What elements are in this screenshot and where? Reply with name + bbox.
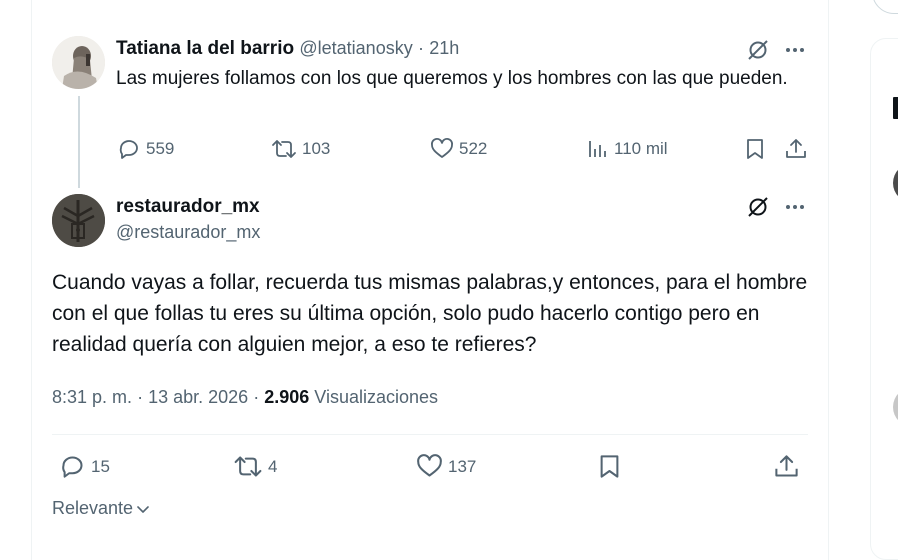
parent-more-button[interactable] (784, 40, 806, 60)
main-post-views-label: Visualizaciones (314, 387, 439, 407)
more-icon (786, 205, 804, 209)
like-icon (417, 454, 442, 477)
parent-repost-count: 103 (302, 139, 331, 158)
repost-icon (272, 140, 296, 158)
divider (52, 434, 808, 435)
main-bookmark-button[interactable] (596, 453, 623, 480)
thread-connector (78, 96, 80, 188)
parent-display-name[interactable]: Tatiana la del barrio (116, 38, 294, 59)
main-more-button[interactable] (784, 197, 806, 217)
right-sidebar (870, 0, 898, 560)
reply-sort-dropdown[interactable]: Relevante (52, 498, 151, 519)
share-icon (775, 455, 798, 477)
main-post-views-count: 2.906 (264, 387, 310, 407)
parent-time[interactable]: 21h (429, 38, 459, 58)
sidebar-avatar[interactable] (893, 163, 898, 203)
main-repost-count: 4 (268, 456, 278, 476)
parent-separator: · (417, 38, 424, 58)
bookmark-icon (747, 139, 763, 159)
views-icon (589, 141, 606, 157)
parent-share-button[interactable] (784, 137, 808, 161)
main-post-text: Cuando vayas a follar, recuerda tus mism… (52, 271, 808, 356)
parent-handle[interactable]: @letatianosky (299, 38, 412, 58)
main-display-name[interactable]: restaurador_mx (116, 196, 260, 218)
main-reply-button[interactable]: 15 (59, 453, 110, 480)
parent-post-text: Las mujeres follamos con los que queremo… (116, 68, 788, 89)
main-post-meta: 8:31 p. m. · 13 abr. 2026 · 2.906 Visual… (52, 387, 438, 408)
main-post-time[interactable]: 8:31 p. m. (52, 387, 132, 407)
share-icon (786, 139, 806, 158)
sidebar-search-pill[interactable] (872, 0, 898, 14)
grok-icon (748, 40, 768, 60)
reply-icon (62, 456, 83, 478)
parent-reply-count: 559 (146, 139, 175, 158)
main-like-button[interactable]: 137 (416, 453, 476, 480)
parent-repost-button[interactable]: 103 (271, 137, 330, 161)
main-post-date[interactable]: 13 abr. 2026 (148, 387, 248, 407)
main-handle[interactable]: @restaurador_mx (116, 222, 260, 243)
reply-sort-label: Relevante (52, 498, 134, 518)
sidebar-heading-fragment (893, 97, 898, 119)
main-reply-count: 15 (91, 456, 110, 476)
parent-grok-button[interactable] (746, 38, 770, 62)
reply-icon (119, 140, 138, 159)
meta-separator: · (253, 387, 260, 407)
main-share-button[interactable] (773, 453, 800, 480)
parent-reply-button[interactable]: 559 (117, 137, 174, 161)
parent-avatar[interactable] (52, 36, 105, 89)
parent-like-count: 522 (459, 139, 488, 158)
parent-header: Tatiana la del barrio @letatianosky · 21… (116, 38, 459, 60)
repost-icon (234, 456, 262, 477)
parent-views-button[interactable]: 110 mil (587, 137, 668, 161)
sidebar-avatar[interactable] (893, 387, 898, 427)
main-like-count: 137 (448, 456, 477, 476)
parent-like-button[interactable]: 522 (430, 137, 487, 161)
sidebar-panel (870, 38, 898, 560)
main-grok-button[interactable] (746, 195, 770, 219)
parent-view-count: 110 mil (614, 139, 668, 158)
main-repost-button[interactable]: 4 (233, 453, 277, 480)
grok-icon (748, 197, 768, 217)
like-icon (431, 138, 453, 158)
main-post-avatar[interactable] (52, 194, 105, 247)
meta-separator: · (137, 387, 144, 407)
more-icon (786, 48, 804, 52)
bookmark-icon (600, 455, 619, 478)
parent-bookmark-button[interactable] (743, 137, 767, 161)
chevron-down-icon (137, 505, 149, 513)
